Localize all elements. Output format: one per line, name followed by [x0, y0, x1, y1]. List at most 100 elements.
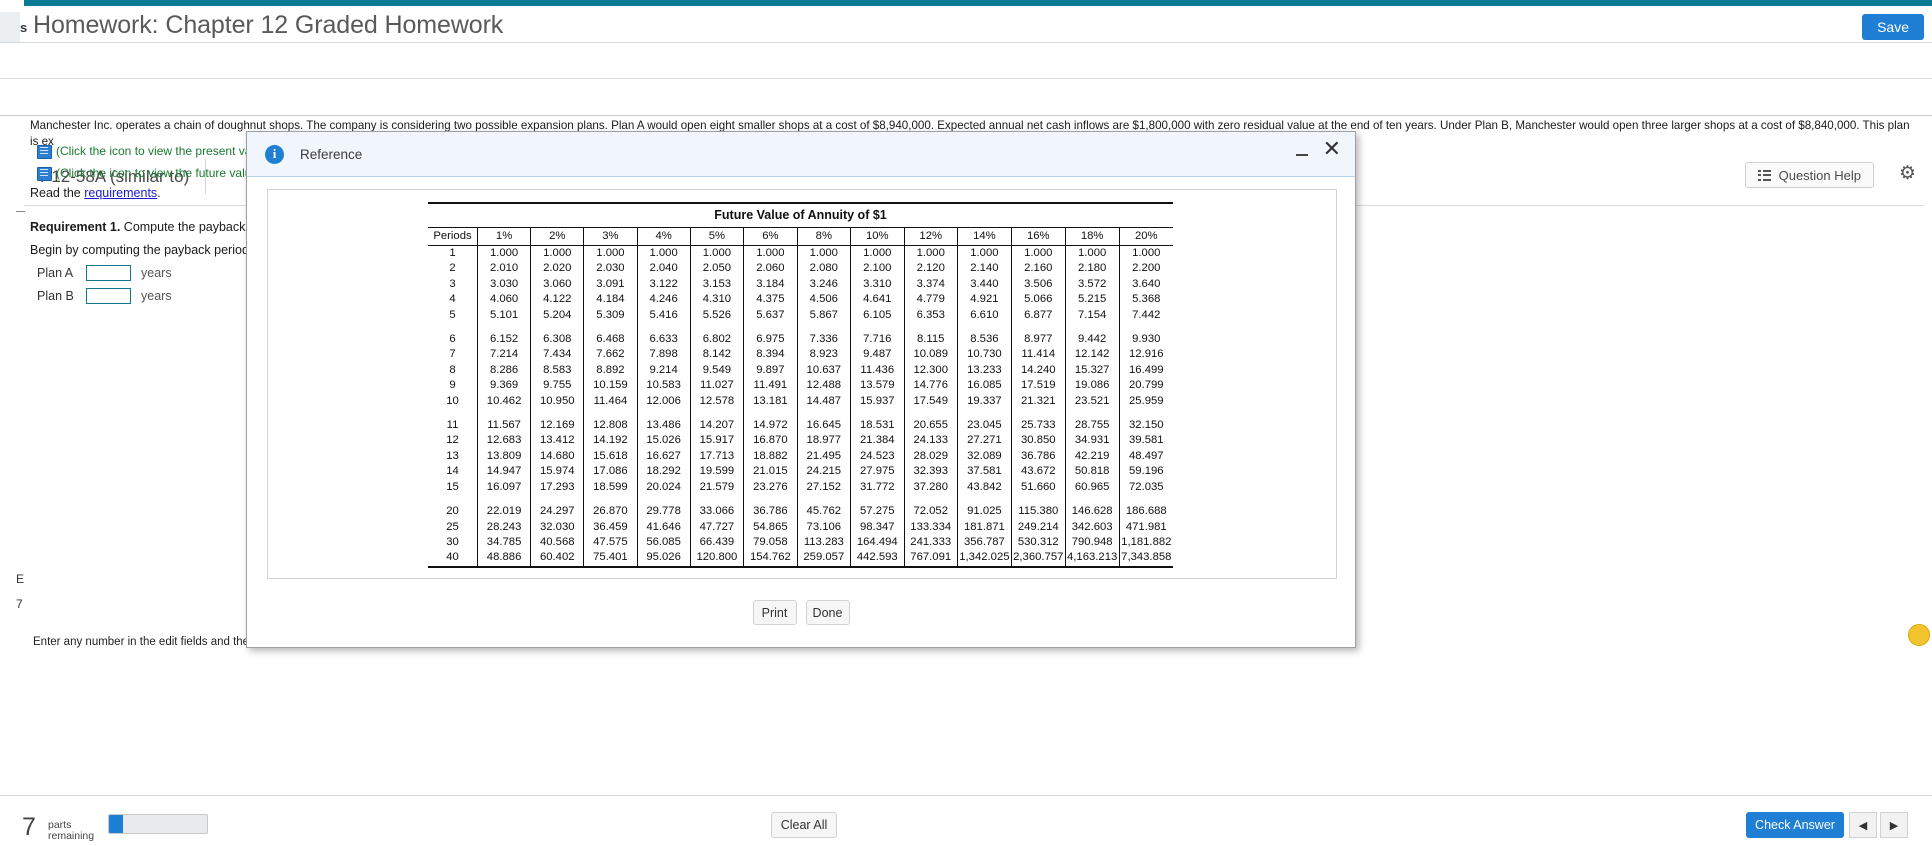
value-cell: 1,342.025	[956, 550, 1012, 566]
value-cell: 120.800	[689, 550, 744, 566]
value-cell: 23.045	[956, 418, 1012, 434]
plan-b-input[interactable]	[86, 288, 131, 304]
value-cell: 50.818	[1064, 464, 1120, 480]
value-cell: 7.336	[796, 332, 851, 348]
value-cell: 12.916	[1118, 347, 1173, 363]
value-cell: 1,181.882	[1118, 534, 1173, 551]
value-cell: 11.436	[850, 362, 904, 379]
value-cell: 26.870	[583, 504, 638, 520]
header-title-row: s Homework: Chapter 12 Graded Homework S…	[0, 6, 1932, 48]
value-cell: 13.486	[636, 418, 691, 434]
value-cell: 11.567	[476, 418, 531, 434]
value-cell: 10.637	[796, 362, 851, 379]
plan-a-input[interactable]	[86, 265, 131, 281]
value-cell: 30.850	[1010, 433, 1066, 449]
value-cell: 164.494	[850, 534, 904, 551]
table-row: 5 5.101 5.204 5.309 5.416 5.526 5.637 5.867 6.10…	[428, 307, 1173, 324]
requirements-link[interactable]: requirements	[84, 186, 157, 200]
value-cell: 27.975	[850, 464, 904, 480]
collapse-toggle-icon[interactable]	[16, 211, 25, 212]
value-cell: 3.310	[850, 276, 904, 293]
value-cell: 18.531	[850, 418, 904, 434]
value-cell: 790.948	[1064, 534, 1120, 551]
value-cell: 15.026	[636, 433, 691, 449]
column-header: 3%	[583, 227, 638, 246]
value-cell: 22.019	[476, 504, 531, 520]
value-cell: 48.886	[476, 550, 531, 566]
save-button[interactable]: Save	[1862, 14, 1924, 40]
table-row: 6 6.152 6.308 6.468 6.633 6.802 6.975 7.336 7.71…	[428, 332, 1173, 348]
future-value-table-link[interactable]: (Click the icon to view the future value…	[37, 166, 275, 181]
read-prefix: Read the	[30, 186, 85, 200]
clear-all-button[interactable]: Clear All	[771, 812, 837, 838]
header-tab-row: P12-58A (similar to) Question Help ⚙	[0, 79, 1932, 194]
value-cell: 14.972	[743, 418, 798, 434]
value-cell: 27.271	[956, 433, 1012, 449]
value-cell: 3.122	[636, 276, 691, 293]
feedback-smiley-icon[interactable]	[1908, 624, 1930, 646]
value-cell: 16.870	[743, 433, 798, 449]
period-cell: 2	[449, 262, 456, 275]
value-cell: 20.799	[1118, 378, 1173, 394]
value-cell: 9.369	[476, 378, 531, 394]
value-cell: 17.713	[689, 448, 744, 465]
gear-icon[interactable]: ⚙	[1899, 164, 1916, 183]
bottom-next-button[interactable]: ▶	[1880, 812, 1908, 838]
table-row: 8 8.286 8.583 8.892 9.214 9.549 9.897 10.637 11.…	[428, 362, 1173, 379]
value-cell: 3.640	[1118, 276, 1173, 293]
value-cell: 59.196	[1118, 464, 1173, 480]
column-header: 4%	[636, 227, 691, 246]
period-cell: 1	[449, 247, 456, 259]
close-icon[interactable]: ✕	[1323, 138, 1341, 160]
value-cell: 16.499	[1118, 362, 1173, 379]
table-title: Future Value of Annuity of $1	[714, 208, 887, 222]
value-cell: 8.286	[476, 362, 531, 379]
value-cell: 43.672	[1010, 464, 1066, 480]
value-cell: 1.000	[956, 245, 1012, 262]
value-cell: 154.762	[743, 550, 798, 566]
done-button[interactable]: Done	[805, 600, 850, 625]
value-cell: 13.809	[476, 448, 531, 465]
question-help-button[interactable]: Question Help	[1744, 162, 1874, 188]
value-cell: 249.214	[1010, 519, 1066, 535]
minimize-icon[interactable]	[1295, 145, 1309, 159]
present-value-table-link[interactable]: (Click the icon to view the present valu…	[37, 144, 277, 159]
table-header-row: Periods 1% 2% 3% 4% 5% 6% 8% 10% 12% 14% 16% 18% 20%	[428, 227, 1173, 246]
value-cell: 19.599	[689, 464, 744, 480]
value-cell: 1.000	[476, 245, 531, 262]
value-cell: 8.115	[903, 332, 958, 348]
value-cell: 25.733	[1010, 418, 1066, 434]
value-cell: 36.786	[743, 504, 798, 520]
check-answer-button[interactable]: Check Answer	[1746, 812, 1844, 838]
value-cell: 5.368	[1118, 292, 1173, 308]
value-cell: 14.207	[689, 418, 744, 434]
value-cell: 3.060	[530, 276, 584, 293]
value-cell: 8.923	[796, 347, 851, 363]
requirement-1-heading: Requirement 1. Compute the payback perio	[30, 220, 277, 234]
left-marker-e: E	[16, 572, 25, 586]
value-cell: 259.057	[796, 550, 851, 566]
value-cell: 15.327	[1064, 362, 1120, 379]
book-icon	[37, 144, 52, 159]
value-cell: 73.106	[796, 519, 851, 535]
value-cell: 8.977	[1010, 332, 1066, 348]
bottom-prev-button[interactable]: ◀	[1849, 812, 1877, 838]
value-cell: 3.246	[796, 276, 851, 293]
value-cell: 2.030	[583, 261, 638, 277]
value-cell: 60.402	[530, 550, 584, 566]
value-cell: 3.030	[476, 276, 531, 293]
value-cell: 4.506	[796, 292, 851, 308]
value-cell: 5.066	[1010, 292, 1066, 308]
value-cell: 14.947	[476, 464, 531, 480]
value-cell: 15.618	[583, 448, 638, 465]
table-row: 14 14.947 15.974 17.086 18.292 19.599 21.015 24…	[428, 464, 1173, 480]
question-help-label: Question Help	[1778, 167, 1861, 183]
print-button[interactable]: Print	[752, 600, 797, 625]
book-icon	[37, 166, 52, 181]
table-grid: Periods 1% 2% 3% 4% 5% 6% 8% 10% 12% 14% 16% 18% 20% …	[428, 227, 1173, 566]
value-cell: 530.312	[1010, 534, 1066, 551]
parts-remaining-count: 7	[22, 813, 36, 841]
value-cell: 2.080	[796, 261, 851, 277]
value-cell: 9.755	[530, 378, 584, 394]
value-cell: 186.688	[1118, 504, 1173, 520]
